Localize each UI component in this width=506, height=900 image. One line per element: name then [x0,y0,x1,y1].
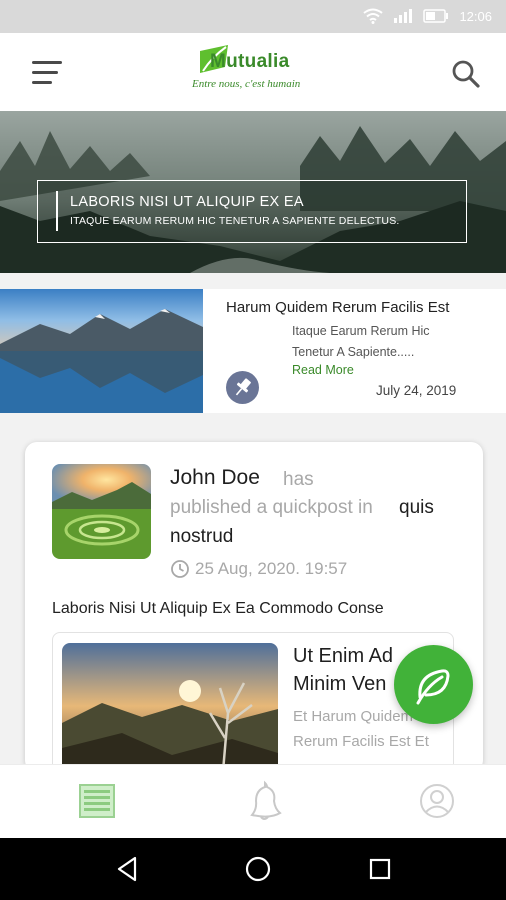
post-verb: has [283,469,314,490]
logo-tagline: Entre nous, c'est humain [192,78,301,90]
embedded-post-title-line2[interactable]: Minim Ven [293,673,386,696]
newspaper-icon [79,784,115,818]
hero-banner[interactable]: LABORIS NISI UT ALIQUIP EX EA ITAQUE EAR… [0,111,506,273]
post-author-name[interactable]: John Doe [170,466,260,490]
search-icon[interactable] [450,58,482,90]
post-category-line1[interactable]: quis [399,497,434,519]
article-date: July 24, 2019 [376,383,457,398]
mutualia-logo: Mutualia Entre nous, c'est humain [188,43,320,103]
article-thumbnail [0,289,203,413]
recent-apps-icon[interactable] [363,852,397,886]
home-icon[interactable] [241,852,275,886]
tab-profile[interactable] [415,779,459,823]
clock-icon [171,560,189,578]
hero-caption-divider [56,191,58,231]
bottom-tab-bar [0,764,506,838]
hero-subtitle: ITAQUE EARUM RERUM HIC TENETUR A SAPIENT… [70,215,400,227]
battery-icon [423,9,449,23]
hero-title: LABORIS NISI UT ALIQUIP EX EA [70,194,304,210]
article-card[interactable]: Harum Quidem Rerum Facilis Est Itaque Ea… [0,289,506,413]
logo-wordmark: Mutualia [210,51,290,72]
tab-news[interactable] [76,779,120,823]
leaf-icon [416,669,450,705]
read-more-link[interactable]: Read More [292,363,354,377]
back-icon[interactable] [111,852,145,886]
post-text: Laboris Nisi Ut Aliquip Ex Ea Commodo Co… [52,600,384,617]
tab-notifications[interactable] [244,779,288,823]
hamburger-menu-icon[interactable] [32,61,64,85]
status-time: 12:06 [459,8,492,24]
post-timestamp: 25 Aug, 2020. 19:57 [195,559,348,578]
article-title[interactable]: Harum Quidem Rerum Facilis Est [226,299,449,316]
app-header: Mutualia Entre nous, c'est humain [0,33,506,111]
post-image [52,464,151,559]
user-icon [420,784,454,818]
post-action: published a quickpost in [170,497,373,518]
app-screen: 12:06 Mutualia Entre nous, c'est humain [0,0,506,900]
status-bar: 12:06 [0,0,506,33]
embedded-post-subtitle-line2: Rerum Facilis Est Et [293,733,429,750]
hero-caption-box: LABORIS NISI UT ALIQUIP EX EA ITAQUE EAR… [37,180,467,243]
new-post-fab[interactable] [394,645,473,724]
signal-icon [394,9,413,23]
post-category-line2[interactable]: nostrud [170,526,233,548]
embedded-post-title-line1[interactable]: Ut Enim Ad [293,645,393,668]
android-nav-bar [0,838,506,900]
bell-icon [250,780,282,820]
article-excerpt-line1: Itaque Earum Rerum Hic [292,324,430,338]
embedded-post-image [62,643,278,772]
status-icons: 12:06 [363,6,492,26]
pin-icon[interactable] [226,371,259,404]
wifi-icon [363,8,384,24]
article-excerpt-line2: Tenetur A Sapiente..... [292,345,415,359]
